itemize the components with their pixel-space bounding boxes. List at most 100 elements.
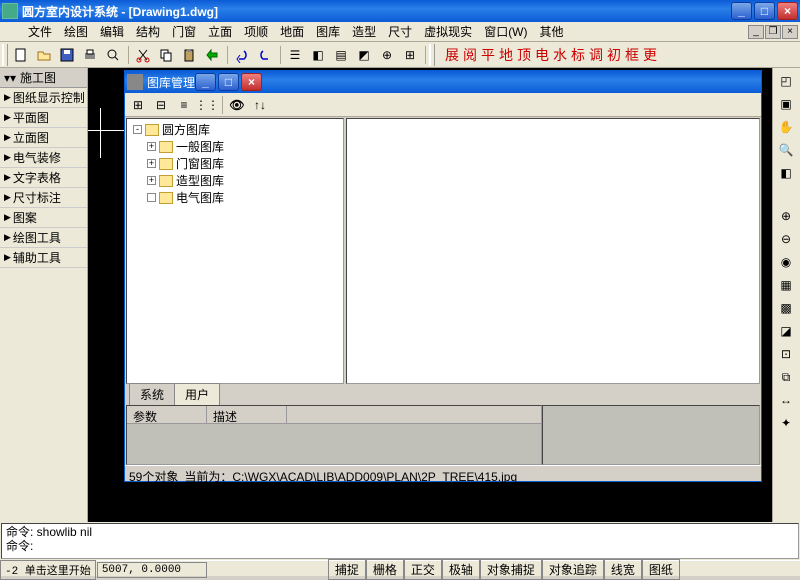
rtool-2[interactable]: ▣ [775, 93, 797, 115]
dlg-tool-3[interactable]: ≡ [173, 94, 195, 116]
open-icon[interactable] [33, 44, 55, 66]
tool2-icon[interactable]: ◧ [307, 44, 329, 66]
sidebar-item-elevation[interactable]: ▶立面图 [0, 128, 87, 148]
menu-vr[interactable]: 虚拟现实 [418, 21, 478, 42]
print-icon[interactable] [79, 44, 101, 66]
tool5-icon[interactable]: ⊕ [376, 44, 398, 66]
dlg-tool-1[interactable]: ⊞ [127, 94, 149, 116]
menu-structure[interactable]: 结构 [130, 21, 166, 42]
menu-floor[interactable]: 地面 [274, 21, 310, 42]
menu-shape[interactable]: 造型 [346, 21, 382, 42]
menu-library[interactable]: 图库 [310, 21, 346, 42]
dialog-titlebar[interactable]: 图库管理 _ □ × [125, 71, 761, 93]
red-btn-1[interactable]: 阅 [463, 45, 477, 65]
mdi-restore[interactable]: ❐ [765, 25, 781, 39]
red-btn-10[interactable]: 框 [625, 45, 639, 65]
tree-item-general[interactable]: +一般图库 [129, 138, 341, 155]
sidebar-item-drawtool[interactable]: ▶绘图工具 [0, 228, 87, 248]
params-panel[interactable]: 参数 描述 [126, 405, 542, 465]
zoom-icon[interactable]: 🔍 [775, 139, 797, 161]
tool4-icon[interactable]: ◩ [353, 44, 375, 66]
red-btn-7[interactable]: 标 [571, 45, 585, 65]
library-tree[interactable]: -圆方图库 +一般图库 +门窗图库 +造型图库 电气图库 [126, 118, 344, 384]
search-icon[interactable]: 👁 [226, 94, 248, 116]
rtool-13[interactable]: ⧉ [775, 366, 797, 388]
tree-item-shape[interactable]: +造型图库 [129, 172, 341, 189]
sidebar-item-aux[interactable]: ▶辅助工具 [0, 248, 87, 268]
rtool-9[interactable]: ▦ [775, 274, 797, 296]
maximize-button[interactable]: □ [754, 2, 775, 20]
library-preview[interactable] [346, 118, 760, 384]
dlg-tool-4[interactable]: ⋮⋮ [196, 94, 218, 116]
dialog-maximize[interactable]: □ [218, 73, 239, 91]
rtool-14[interactable]: ↔ [775, 389, 797, 411]
command-line[interactable]: 命令: showlib nil 命令: ◀▶ [1, 523, 799, 559]
scroll-left[interactable]: ◀ [765, 558, 781, 559]
mdi-close[interactable]: × [782, 25, 798, 39]
red-btn-9[interactable]: 初 [607, 45, 621, 65]
mdi-minimize[interactable]: _ [748, 25, 764, 39]
red-btn-6[interactable]: 水 [553, 45, 567, 65]
sidebar-item-plan[interactable]: ▶平面图 [0, 108, 87, 128]
dialog-minimize[interactable]: _ [195, 73, 216, 91]
tool3-icon[interactable]: ▤ [330, 44, 352, 66]
tree-item-electric[interactable]: 电气图库 [129, 189, 341, 206]
pan-icon[interactable]: ✋ [775, 116, 797, 138]
red-btn-11[interactable]: 更 [643, 45, 657, 65]
status-ortho[interactable]: 正交 [404, 559, 442, 580]
menu-draw[interactable]: 绘图 [58, 21, 94, 42]
menu-dim[interactable]: 尺寸 [382, 21, 418, 42]
menu-item[interactable]: 项顺 [238, 21, 274, 42]
rtool-11[interactable]: ◪ [775, 320, 797, 342]
rtool-1[interactable]: ◰ [775, 70, 797, 92]
toolbar-grip-2[interactable] [429, 44, 435, 66]
redo-icon[interactable] [254, 44, 276, 66]
menu-door[interactable]: 门窗 [166, 21, 202, 42]
col-param[interactable]: 参数 [127, 406, 207, 423]
rtool-8[interactable]: ◉ [775, 251, 797, 273]
dlg-tool-2[interactable]: ⊟ [150, 94, 172, 116]
rtool-15[interactable]: ✦ [775, 412, 797, 434]
sort-icon[interactable]: ↑↓ [249, 94, 271, 116]
rtool-5[interactable]: ◧ [775, 162, 797, 184]
menu-file[interactable]: 文件 [22, 21, 58, 42]
cut-icon[interactable] [132, 44, 154, 66]
tool6-icon[interactable]: ⊞ [399, 44, 421, 66]
status-osnap[interactable]: 对象捕捉 [480, 559, 542, 580]
dialog-close[interactable]: × [241, 73, 262, 91]
rtool-10[interactable]: ▩ [775, 297, 797, 319]
red-btn-3[interactable]: 地 [499, 45, 513, 65]
undo-icon[interactable] [231, 44, 253, 66]
sidebar-item-electric[interactable]: ▶电气装修 [0, 148, 87, 168]
menu-window[interactable]: 窗口(W) [478, 21, 533, 42]
close-button[interactable]: × [777, 2, 798, 20]
coord-label[interactable]: -2 单击这里开始 [0, 560, 96, 580]
col-desc[interactable]: 描述 [207, 406, 287, 423]
status-otrack[interactable]: 对象追踪 [542, 559, 604, 580]
tab-system[interactable]: 系统 [129, 383, 175, 405]
copy-icon[interactable] [155, 44, 177, 66]
rtool-12[interactable]: ⊡ [775, 343, 797, 365]
status-snap[interactable]: 捕捉 [328, 559, 366, 580]
rtool-6[interactable]: ⊕ [775, 205, 797, 227]
menu-other[interactable]: 其他 [534, 21, 570, 42]
status-lwt[interactable]: 线宽 [604, 559, 642, 580]
minimize-button[interactable]: _ [731, 2, 752, 20]
sidebar-item-dim[interactable]: ▶尺寸标注 [0, 188, 87, 208]
red-btn-4[interactable]: 顶 [517, 45, 531, 65]
tree-item-door[interactable]: +门窗图库 [129, 155, 341, 172]
tree-root[interactable]: -圆方图库 [129, 121, 341, 138]
paste-icon[interactable] [178, 44, 200, 66]
toolbar-grip[interactable] [2, 44, 8, 66]
red-btn-0[interactable]: 展 [445, 45, 459, 65]
sidebar-item-pattern[interactable]: ▶图案 [0, 208, 87, 228]
tool1-icon[interactable]: ☰ [284, 44, 306, 66]
scroll-right[interactable]: ▶ [781, 558, 797, 559]
tab-user[interactable]: 用户 [174, 383, 220, 405]
rtool-7[interactable]: ⊖ [775, 228, 797, 250]
match-icon[interactable] [201, 44, 223, 66]
status-paper[interactable]: 图纸 [642, 559, 680, 580]
menu-edit[interactable]: 编辑 [94, 21, 130, 42]
sidebar-header[interactable]: ▾▾ 施工图 [0, 68, 87, 88]
status-grid[interactable]: 栅格 [366, 559, 404, 580]
